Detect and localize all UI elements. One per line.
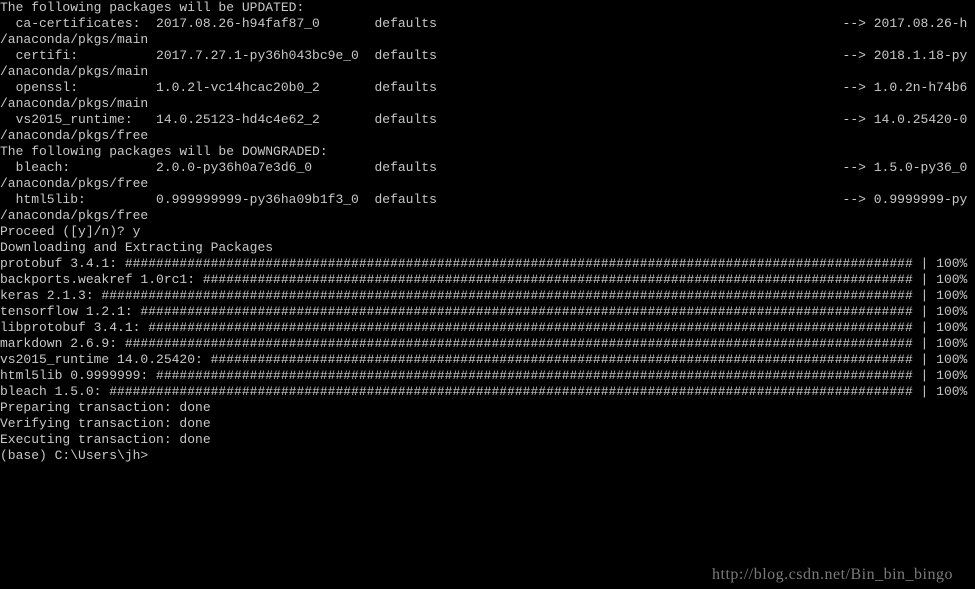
download-progress-8: bleach 1.5.0: ##########################… <box>0 384 975 400</box>
proceed-prompt: Proceed ([y]/n)? y <box>0 224 975 240</box>
updated-pkg-path-3: /anaconda/pkgs/free <box>0 128 975 144</box>
shell-prompt[interactable]: (base) C:\Users\jh> <box>0 448 975 464</box>
updated-pkg-path-1: /anaconda/pkgs/main <box>0 64 975 80</box>
updated-pkg-path-2: /anaconda/pkgs/main <box>0 96 975 112</box>
download-progress-3: tensorflow 1.2.1: ######################… <box>0 304 975 320</box>
terminal-output: The following packages will be UPDATED: … <box>0 0 975 464</box>
section-header-updated: The following packages will be UPDATED: <box>0 0 975 16</box>
verifying-transaction: Verifying transaction: done <box>0 416 975 432</box>
updated-pkg-1: certifi: 2017.7.27.1-py36h043bc9e_0 defa… <box>0 48 975 64</box>
watermark-text: http://blog.csdn.net/Bin_bin_bingo <box>712 567 953 583</box>
executing-transaction: Executing transaction: done <box>0 432 975 448</box>
downgraded-pkg-0: bleach: 2.0.0-py36h0a7e3d6_0 defaults --… <box>0 160 975 176</box>
downgraded-pkg-path-0: /anaconda/pkgs/free <box>0 176 975 192</box>
updated-pkg-3: vs2015_runtime: 14.0.25123-hd4c4e62_2 de… <box>0 112 975 128</box>
download-progress-5: markdown 2.6.9: ########################… <box>0 336 975 352</box>
preparing-transaction: Preparing transaction: done <box>0 400 975 416</box>
updated-pkg-2: openssl: 1.0.2l-vc14hcac20b0_2 defaults … <box>0 80 975 96</box>
downgraded-pkg-1: html5lib: 0.999999999-py36ha09b1f3_0 def… <box>0 192 975 208</box>
download-progress-7: html5lib 0.9999999: ####################… <box>0 368 975 384</box>
section-header-downgraded: The following packages will be DOWNGRADE… <box>0 144 975 160</box>
download-progress-0: protobuf 3.4.1: ########################… <box>0 256 975 272</box>
download-progress-2: keras 2.1.3: ###########################… <box>0 288 975 304</box>
download-progress-6: vs2015_runtime 14.0.25420: #############… <box>0 352 975 368</box>
download-header: Downloading and Extracting Packages <box>0 240 975 256</box>
downgraded-pkg-path-1: /anaconda/pkgs/free <box>0 208 975 224</box>
download-progress-4: libprotobuf 3.4.1: #####################… <box>0 320 975 336</box>
updated-pkg-path-0: /anaconda/pkgs/main <box>0 32 975 48</box>
updated-pkg-0: ca-certificates: 2017.08.26-h94faf87_0 d… <box>0 16 975 32</box>
download-progress-1: backports.weakref 1.0rc1: ##############… <box>0 272 975 288</box>
